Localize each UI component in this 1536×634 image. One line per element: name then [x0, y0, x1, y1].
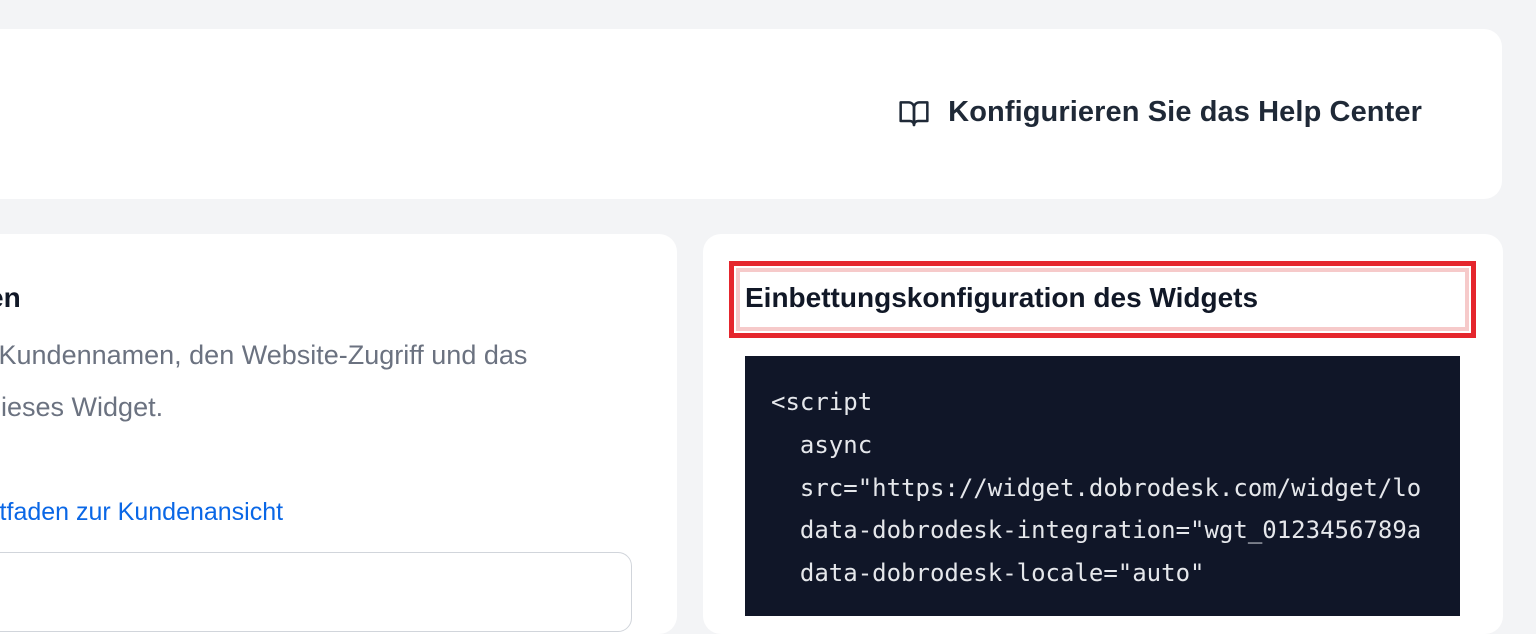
code-line: async	[771, 431, 873, 459]
embed-code-block[interactable]: <script async src="https://widget.dobrod…	[745, 356, 1460, 616]
code-line: src="https://widget.dobrodesk.com/widget…	[771, 474, 1422, 502]
embed-config-title: Einbettungskonfiguration des Widgets	[745, 282, 1259, 313]
code-line: data-dobrodesk-integration="wgt_01234567…	[771, 516, 1422, 544]
left-card-description-line-2: dieses Widget.	[0, 392, 164, 422]
settings-input-field[interactable]	[0, 552, 632, 632]
configure-help-center-button[interactable]: Konfigurieren Sie das Help Center	[898, 96, 1422, 129]
customer-view-guide-link[interactable]: itfaden zur Kundenansicht	[0, 498, 283, 527]
configure-help-center-label: Konfigurieren Sie das Help Center	[948, 96, 1422, 128]
left-card-title: en	[0, 282, 21, 313]
code-line: <script	[771, 388, 873, 416]
code-line: data-dobrodesk-locale="auto"	[771, 559, 1205, 587]
left-card-description-line-1: n Kundennamen, den Website-Zugriff und d…	[0, 340, 528, 370]
book-open-icon	[898, 97, 930, 129]
